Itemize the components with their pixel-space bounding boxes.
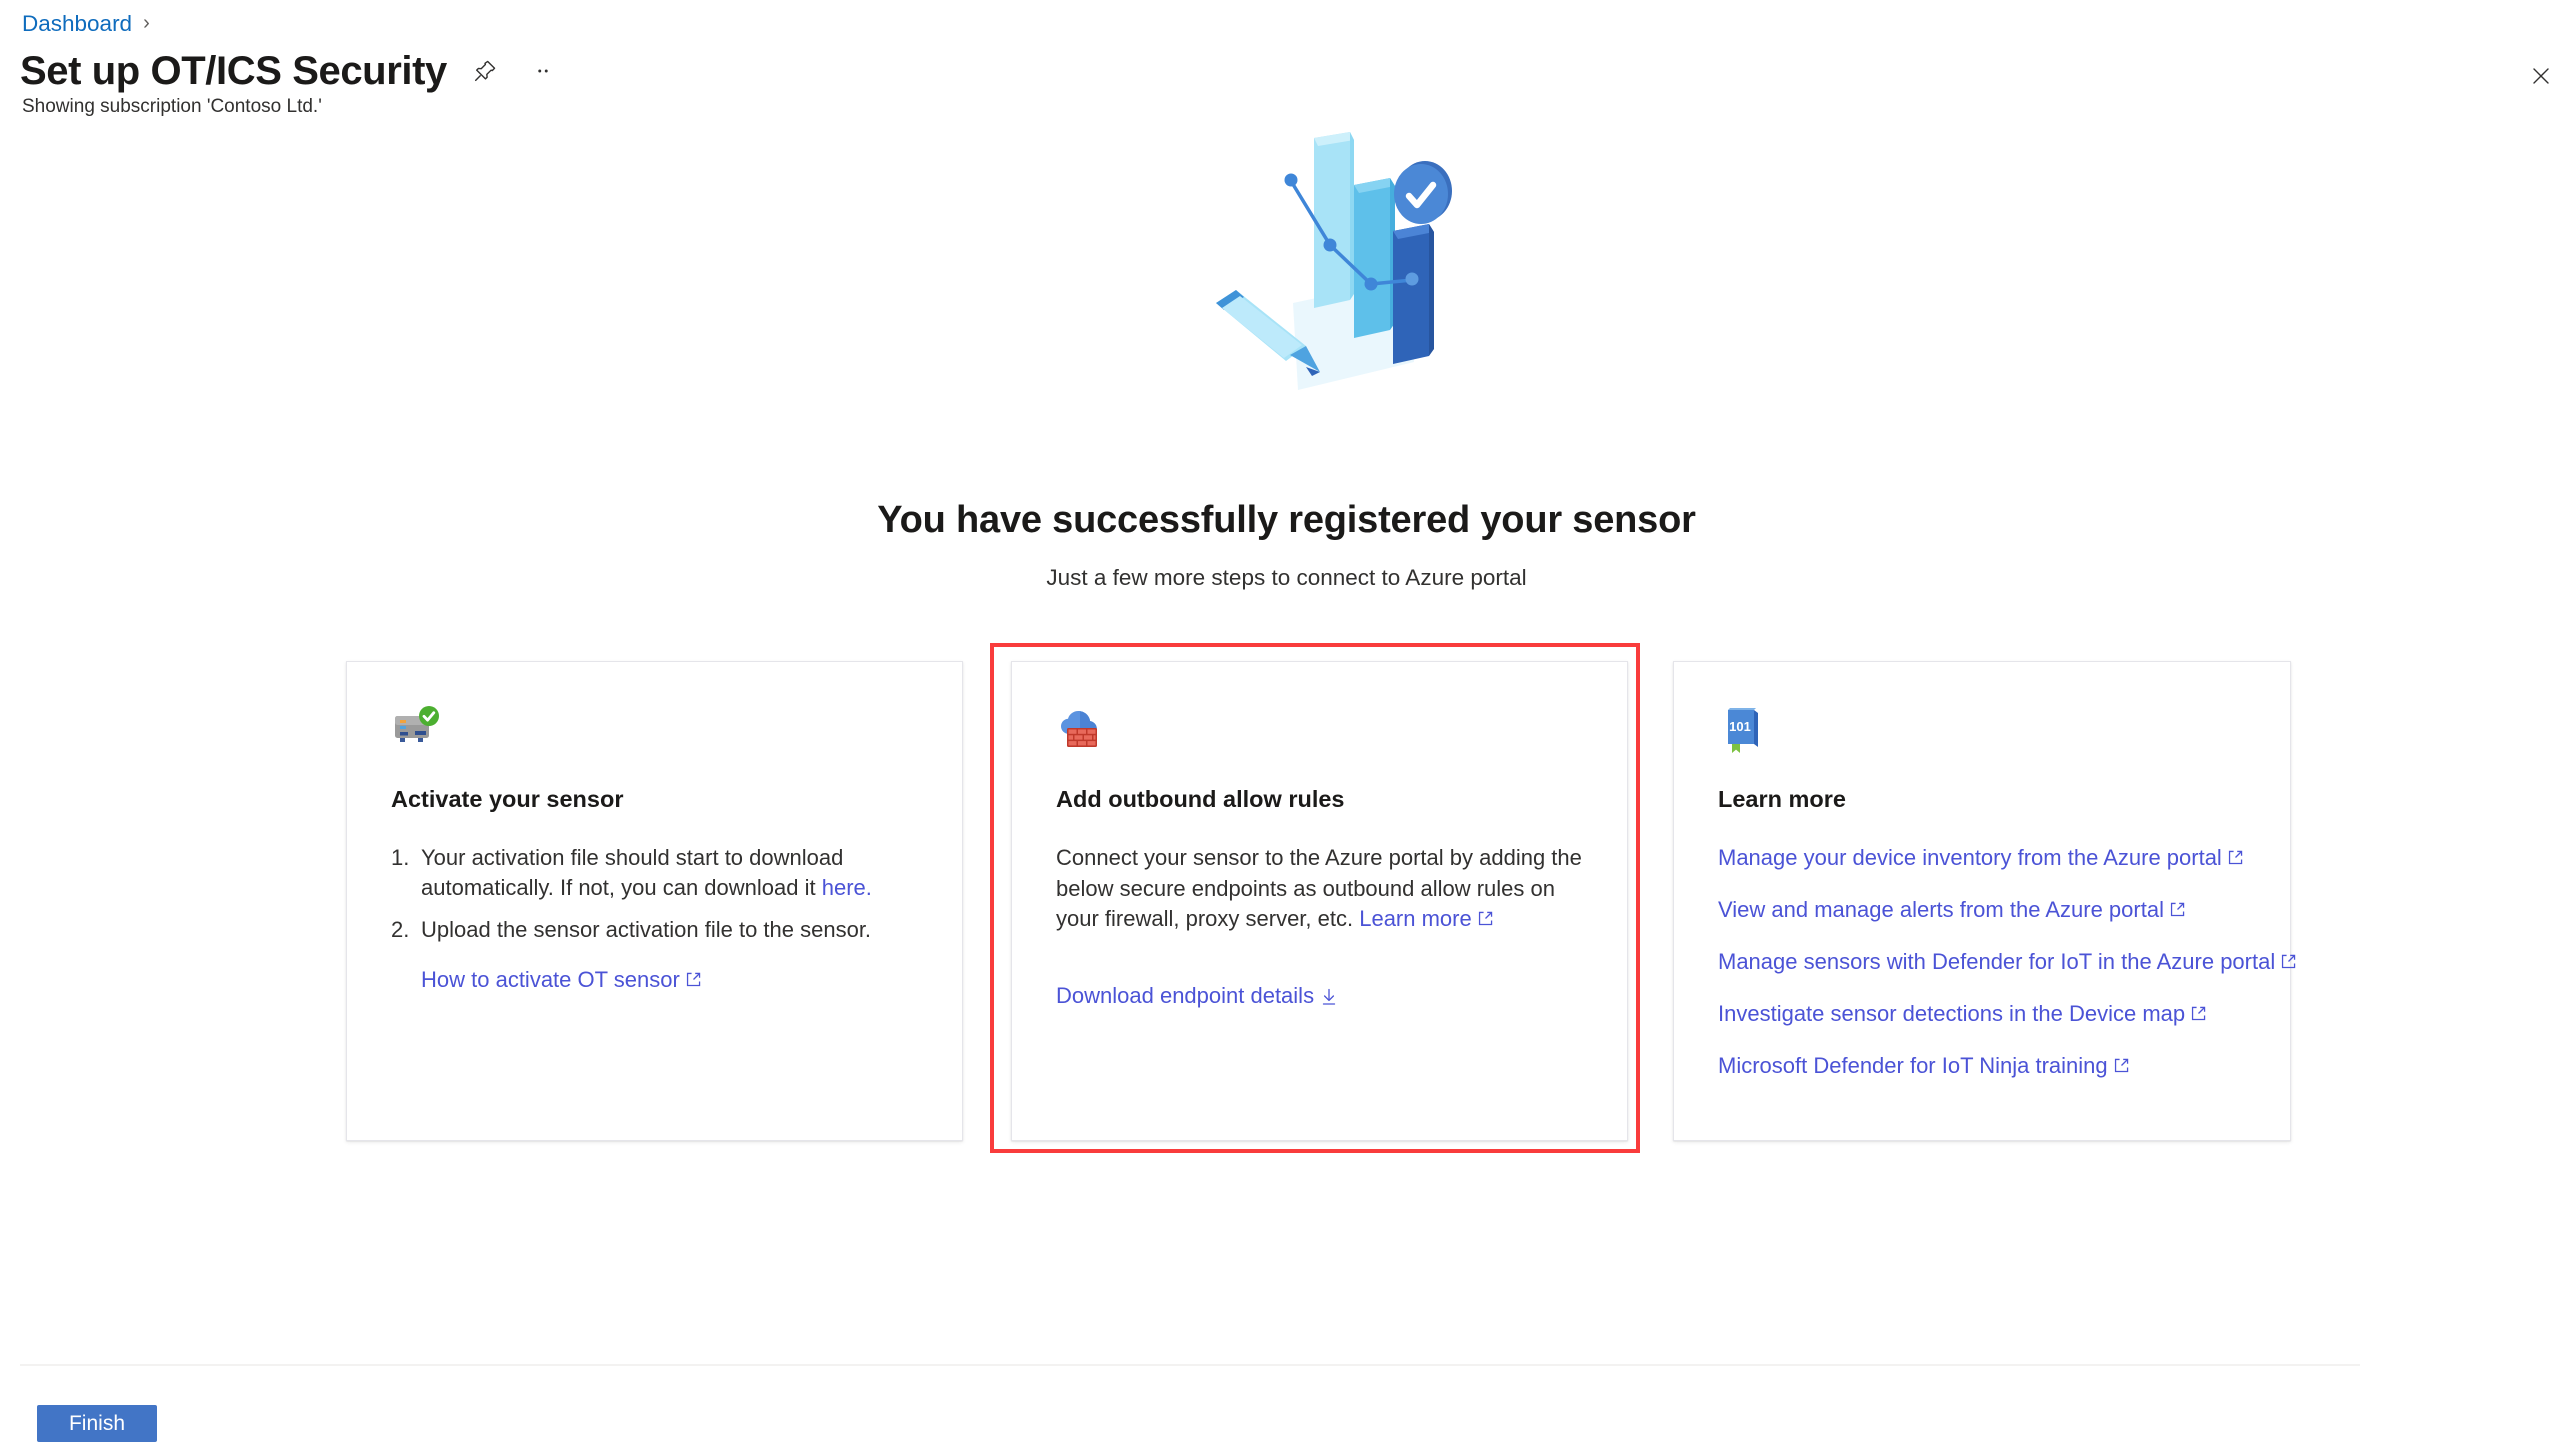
card-title: Learn more bbox=[1718, 786, 1846, 812]
link-label: Download endpoint details bbox=[1056, 982, 1315, 1008]
step-number: 1. bbox=[391, 845, 410, 870]
setup-ot-ics-security-page: Dashboard › Set up OT/ICS Security Showi… bbox=[0, 0, 2573, 1449]
finish-button[interactable]: Finish bbox=[37, 1405, 157, 1442]
card-title: Add outbound allow rules bbox=[1056, 786, 1345, 812]
page-title: Set up OT/ICS Security bbox=[20, 49, 447, 93]
download-endpoint-details-link[interactable]: Download endpoint details bbox=[1056, 983, 1337, 1008]
link-label: Manage sensors with Defender for IoT in … bbox=[1718, 949, 2276, 974]
link-label: Manage your device inventory from the Az… bbox=[1718, 845, 2222, 870]
page-subtitle: Showing subscription 'Contoso Ltd.' bbox=[22, 96, 322, 117]
download-icon bbox=[1321, 984, 1337, 1005]
close-icon[interactable] bbox=[2521, 56, 2561, 96]
link-ninja-training[interactable]: Microsoft Defender for IoT Ninja trainin… bbox=[1718, 1051, 2246, 1081]
ellipsis-icon[interactable] bbox=[523, 51, 563, 91]
card-add-outbound-allow-rules: Add outbound allow rules Connect your se… bbox=[1011, 661, 1628, 1141]
link-investigate-sensor-detections[interactable]: Investigate sensor detections in the Dev… bbox=[1718, 999, 2246, 1029]
breadcrumb-item-dashboard[interactable]: Dashboard bbox=[22, 10, 132, 38]
link-label: Learn more bbox=[1359, 906, 1472, 931]
external-link-icon bbox=[2113, 1052, 2130, 1073]
card-learn-more: 101 Learn more Manage your device invent… bbox=[1673, 661, 2296, 1141]
learn-more-links: Manage your device inventory from the Az… bbox=[1718, 843, 2296, 1081]
list-item: 1. Your activation file should start to d… bbox=[391, 843, 918, 903]
link-manage-sensors-defender[interactable]: Manage sensors with Defender for IoT in … bbox=[1718, 947, 2296, 977]
cards-container: Activate your sensor 1. Your activation f… bbox=[346, 661, 2296, 1141]
external-link-icon bbox=[2227, 844, 2244, 865]
success-heading: You have successfully registered your se… bbox=[877, 499, 1696, 541]
chevron-right-icon: › bbox=[143, 12, 150, 34]
external-link-icon bbox=[2169, 896, 2186, 917]
link-view-manage-alerts[interactable]: View and manage alerts from the Azure po… bbox=[1718, 895, 2246, 925]
title-row: Set up OT/ICS Security bbox=[20, 48, 563, 94]
external-link-icon bbox=[2190, 1000, 2207, 1021]
activation-steps: 1. Your activation file should start to d… bbox=[391, 843, 918, 945]
download-endpoint-row: Download endpoint details bbox=[1056, 981, 1583, 1011]
hero-illustration bbox=[1178, 118, 1478, 398]
external-link-icon bbox=[1477, 905, 1494, 926]
link-label: Investigate sensor detections in the Dev… bbox=[1718, 1001, 2186, 1026]
step-text: Upload the sensor activation file to the… bbox=[421, 917, 872, 942]
svg-text:101: 101 bbox=[1729, 719, 1751, 734]
breadcrumb: Dashboard › bbox=[22, 10, 150, 38]
download-here-link[interactable]: here. bbox=[822, 875, 872, 900]
link-label: Microsoft Defender for IoT Ninja trainin… bbox=[1718, 1053, 2108, 1078]
cloud-firewall-icon bbox=[1056, 704, 1108, 756]
external-link-icon bbox=[685, 966, 702, 987]
link-manage-device-inventory[interactable]: Manage your device inventory from the Az… bbox=[1718, 843, 2246, 873]
sensor-check-icon bbox=[391, 704, 443, 756]
step-number: 2. bbox=[391, 917, 410, 942]
pin-icon[interactable] bbox=[465, 51, 505, 91]
how-to-activate-ot-sensor-link[interactable]: How to activate OT sensor bbox=[421, 967, 702, 992]
list-item: 2. Upload the sensor activation file to t… bbox=[391, 915, 918, 945]
link-label: View and manage alerts from the Azure po… bbox=[1718, 897, 2164, 922]
card-title: Activate your sensor bbox=[391, 786, 624, 812]
footer-divider bbox=[20, 1364, 2360, 1366]
link-label: How to activate OT sensor bbox=[421, 967, 680, 992]
how-to-activate-row: How to activate OT sensor bbox=[391, 965, 918, 995]
card-body-text: Connect your sensor to the Azure portal … bbox=[1056, 845, 1582, 931]
card-activate-your-sensor: Activate your sensor 1. Your activation f… bbox=[346, 661, 963, 1141]
success-subheading: Just a few more steps to connect to Azur… bbox=[1046, 565, 1527, 590]
book-101-icon: 101 bbox=[1718, 704, 1770, 756]
card-body: Connect your sensor to the Azure portal … bbox=[1056, 843, 1583, 935]
external-link-icon bbox=[2280, 948, 2297, 969]
learn-more-link[interactable]: Learn more bbox=[1359, 906, 1494, 931]
step-text: Your activation file should start to dow… bbox=[421, 845, 844, 900]
